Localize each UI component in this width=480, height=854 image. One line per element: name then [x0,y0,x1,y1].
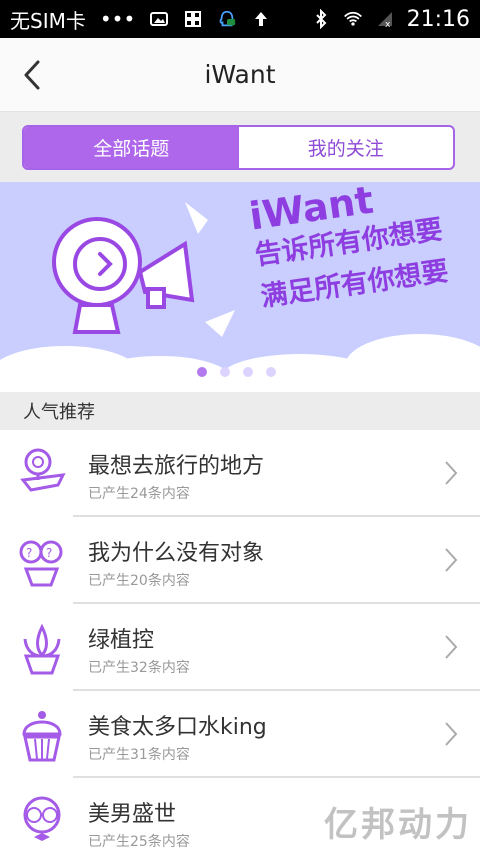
gallery-icon [150,12,169,26]
topic-count: 已产生25条内容 [88,834,190,850]
chevron-right-icon [445,635,458,659]
svg-text:?: ? [26,546,32,560]
section-header: 人气推荐 [0,392,480,430]
topic-title: 美食太多口水king [88,715,267,740]
carousel-dot[interactable] [220,367,230,377]
topic-count: 已产生24条内容 [88,486,190,502]
topic-title: 最想去旅行的地方 [88,454,265,479]
topic-item-food[interactable]: 美食太多口水king 已产生31条内容 [0,691,480,778]
chevron-right-icon [445,548,458,572]
page-title: iWant [204,60,276,89]
svg-text:?: ? [46,546,52,560]
upload-arrow-icon [255,12,268,26]
carousel-dot[interactable] [243,367,253,377]
app-header: iWant [0,38,480,112]
airplane-icon [20,448,66,492]
tab-bar-container: 全部话题 我的关注 [0,112,480,182]
tab-my-follows[interactable]: 我的关注 [239,127,454,168]
qq-chat-icon [219,10,236,27]
topic-item-plants[interactable]: 绿植控 已产生32条内容 [0,604,480,691]
svg-text:x: x [385,20,391,29]
glasses-man-icon [23,796,61,841]
carrier-label: 无SIM卡 [10,8,86,33]
topic-item-travel[interactable]: 最想去旅行的地方 已产生24条内容 [0,430,480,517]
carousel-dot[interactable] [266,367,276,377]
megaphone-mascot-icon [52,202,235,337]
segmented-tabs: 全部话题 我的关注 [22,125,455,170]
carousel-dot[interactable] [197,367,207,377]
grid-icon [185,11,202,27]
carousel-indicator [197,367,276,377]
clock: 21:16 [406,6,470,32]
topic-list: 最想去旅行的地方 已产生24条内容 ?? 我为什么没有对象 已产生20条内容 绿… [0,430,480,854]
topic-title: 我为什么没有对象 [88,541,265,566]
bluetooth-icon [315,9,327,29]
plant-icon [23,623,61,675]
topic-count: 已产生20条内容 [88,573,190,589]
chevron-right-icon [445,461,458,485]
watermark: 亿邦动力 [324,805,472,845]
topic-title: 绿植控 [88,628,155,653]
topic-title: 美男盛世 [88,802,177,827]
status-bar: 无SIM卡 ••• x 21:16 [0,0,480,38]
signal-icon: x [377,12,392,29]
topic-count: 已产生32条内容 [88,660,190,676]
tab-all-topics[interactable]: 全部话题 [24,127,239,168]
chevron-right-icon [445,722,458,746]
banner[interactable]: iWant 告诉所有你想要 满足所有你想要 [0,182,480,392]
topic-count: 已产生31条内容 [88,747,190,763]
topic-item-single[interactable]: ?? 我为什么没有对象 已产生20条内容 [0,517,480,604]
cupcake-icon [22,711,62,762]
question-person-icon: ?? [19,540,63,587]
wifi-icon [343,11,362,26]
notification-dots: ••• [99,7,136,31]
